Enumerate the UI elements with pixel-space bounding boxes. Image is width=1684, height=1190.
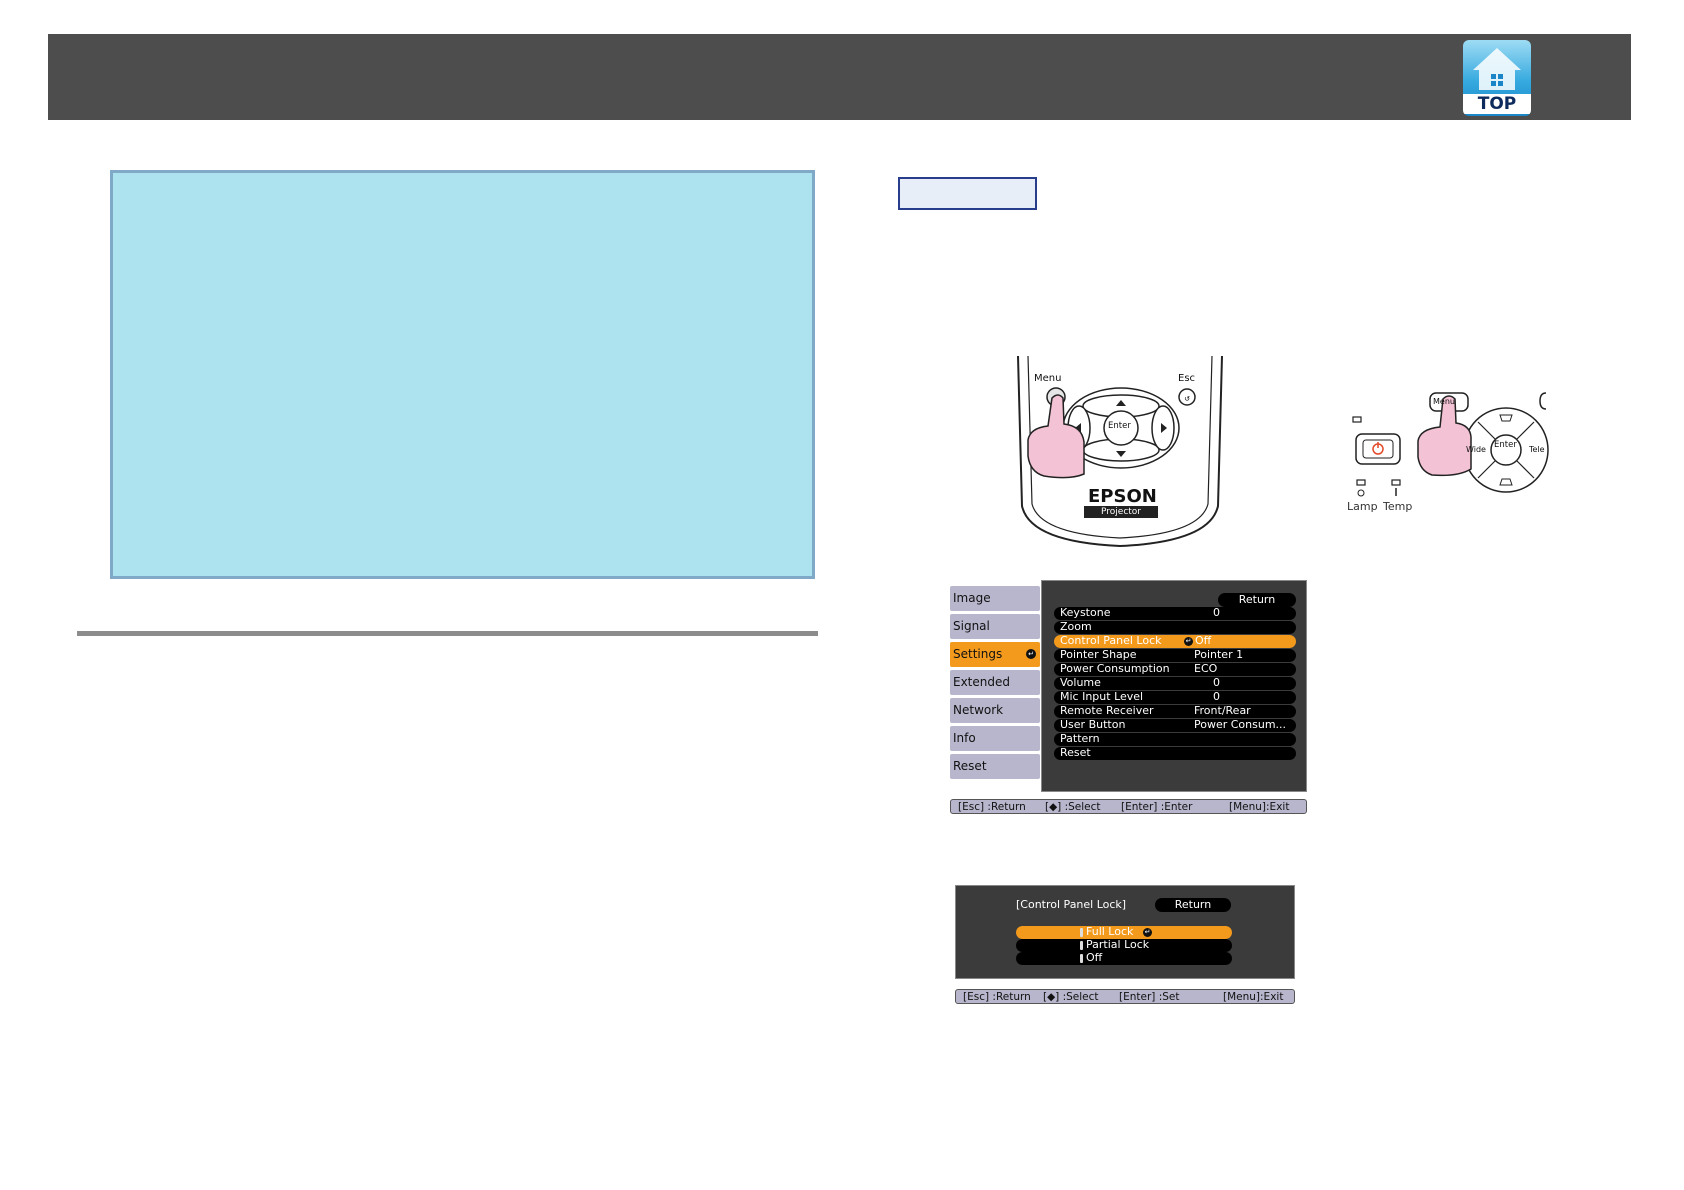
tab-label: Info bbox=[953, 731, 976, 745]
menu-row-mic-input-level[interactable]: Mic Input Level 0 bbox=[1054, 690, 1296, 704]
menu-row-control-panel-lock[interactable]: Control Panel Lock ↵ Off bbox=[1054, 634, 1296, 648]
control-panel-lock-screen: [Control Panel Lock] Return Full Lock ↵ … bbox=[955, 885, 1295, 1009]
option-off[interactable]: Off bbox=[1016, 951, 1232, 965]
tab-label: Network bbox=[953, 703, 1004, 717]
procedure-tab bbox=[898, 177, 1037, 210]
tab-label: Signal bbox=[953, 619, 990, 633]
panel-menu-label: Menu bbox=[1433, 397, 1455, 406]
option-label: Off bbox=[1086, 951, 1103, 964]
section-divider bbox=[77, 631, 818, 636]
return-button[interactable]: Return bbox=[1218, 593, 1296, 607]
top-label: TOP bbox=[1463, 94, 1531, 114]
row-label: Control Panel Lock bbox=[1060, 634, 1162, 647]
row-label: Pattern bbox=[1060, 732, 1100, 745]
help-select: [◆] :Select bbox=[1043, 991, 1099, 1003]
enter-icon: ↵ bbox=[1143, 928, 1152, 937]
return-button[interactable]: Return bbox=[1155, 898, 1231, 912]
remote-enter-label: Enter bbox=[1108, 421, 1131, 431]
row-value: 0 bbox=[1213, 676, 1220, 689]
remote-menu-label: Menu bbox=[1034, 373, 1062, 384]
remote-brand: EPSON bbox=[1088, 486, 1157, 507]
lock-dialog-title: [Control Panel Lock] bbox=[1016, 898, 1127, 911]
row-value: Off bbox=[1195, 634, 1212, 647]
help-select: [◆] :Select bbox=[1045, 801, 1101, 813]
house-icon bbox=[1473, 48, 1521, 90]
menu-help-bar: [Esc] :Return [◆] :Select [Enter] :Enter… bbox=[950, 799, 1307, 814]
enter-icon: ↵ bbox=[1026, 649, 1036, 659]
control-panel-illustration: Menu Enter Wide Tele Lamp Temp bbox=[1330, 385, 1550, 515]
remote-control-illustration: ↺ Menu Esc Enter EPSON Projector bbox=[1000, 355, 1240, 548]
note-box bbox=[110, 170, 815, 579]
help-esc: [Esc] :Return bbox=[963, 991, 1031, 1003]
row-label: User Button bbox=[1060, 718, 1126, 731]
remote-projector-label: Projector bbox=[1101, 507, 1141, 517]
tab-label: Reset bbox=[953, 759, 987, 773]
help-enter: [Enter] :Set bbox=[1119, 991, 1180, 1003]
panel-temp-label: Temp bbox=[1383, 500, 1413, 513]
tab-signal[interactable]: Signal bbox=[950, 614, 1040, 639]
menu-row-user-button[interactable]: User Button Power Consum... bbox=[1054, 718, 1296, 732]
help-menu: [Menu]:Exit bbox=[1223, 991, 1284, 1003]
tab-settings[interactable]: Settings ↵ bbox=[950, 642, 1040, 667]
menu-row-remote-receiver[interactable]: Remote Receiver Front/Rear bbox=[1054, 704, 1296, 718]
tab-image[interactable]: Image bbox=[950, 586, 1040, 611]
row-label: Power Consumption bbox=[1060, 662, 1170, 675]
menu-row-pointer-shape[interactable]: Pointer Shape Pointer 1 bbox=[1054, 648, 1296, 662]
option-partial-lock[interactable]: Partial Lock bbox=[1016, 938, 1232, 952]
remote-esc-label: Esc bbox=[1178, 373, 1196, 384]
tab-reset[interactable]: Reset bbox=[950, 754, 1040, 779]
row-label: Keystone bbox=[1060, 606, 1111, 619]
row-value: ECO bbox=[1194, 662, 1218, 675]
row-label: Remote Receiver bbox=[1060, 704, 1154, 717]
row-value: 0 bbox=[1213, 690, 1220, 703]
help-esc: [Esc] :Return bbox=[958, 801, 1026, 813]
row-label: Reset bbox=[1060, 746, 1091, 759]
menu-row-zoom[interactable]: Zoom bbox=[1054, 620, 1296, 634]
panel-lamp-label: Lamp bbox=[1347, 500, 1378, 513]
help-enter: [Enter] :Enter bbox=[1121, 801, 1193, 813]
tab-label: Image bbox=[953, 591, 991, 605]
enter-icon: ↵ bbox=[1184, 637, 1193, 646]
option-label: Partial Lock bbox=[1086, 938, 1150, 951]
row-label: Pointer Shape bbox=[1060, 648, 1137, 661]
menu-row-reset[interactable]: Reset bbox=[1054, 746, 1296, 760]
tab-label: Extended bbox=[953, 675, 1010, 689]
tab-info[interactable]: Info bbox=[950, 726, 1040, 751]
settings-menu-panel: Return Keystone 0 Zoom Control Panel Loc… bbox=[1041, 580, 1307, 792]
radio-icon bbox=[1080, 941, 1083, 950]
radio-icon bbox=[1080, 928, 1083, 937]
row-value: Pointer 1 bbox=[1194, 648, 1244, 661]
menu-row-volume[interactable]: Volume 0 bbox=[1054, 676, 1296, 690]
lock-help-bar: [Esc] :Return [◆] :Select [Enter] :Set [… bbox=[955, 989, 1295, 1004]
panel-tele-label: Tele bbox=[1529, 445, 1545, 454]
tab-extended[interactable]: Extended bbox=[950, 670, 1040, 695]
help-menu: [Menu]:Exit bbox=[1229, 801, 1290, 813]
settings-menu-screen: Image Signal Settings ↵ Extended Network… bbox=[950, 580, 1307, 818]
row-value: Power Consum... bbox=[1194, 718, 1287, 731]
svg-text:↺: ↺ bbox=[1184, 395, 1190, 403]
menu-row-keystone[interactable]: Keystone 0 bbox=[1054, 606, 1296, 620]
row-label: Zoom bbox=[1060, 620, 1092, 633]
row-label: Mic Input Level bbox=[1060, 690, 1144, 703]
option-full-lock[interactable]: Full Lock ↵ bbox=[1016, 925, 1232, 939]
top-home-icon[interactable]: TOP bbox=[1463, 40, 1531, 116]
tab-network[interactable]: Network bbox=[950, 698, 1040, 723]
menu-row-pattern[interactable]: Pattern bbox=[1054, 732, 1296, 746]
panel-enter-label: Enter bbox=[1494, 440, 1517, 450]
option-label: Full Lock bbox=[1086, 925, 1134, 938]
page-header-bar bbox=[48, 34, 1631, 120]
row-label: Volume bbox=[1060, 676, 1101, 689]
menu-row-power-consumption[interactable]: Power Consumption ECO bbox=[1054, 662, 1296, 676]
radio-icon bbox=[1080, 954, 1083, 963]
row-value: 0 bbox=[1213, 606, 1220, 619]
row-value: Front/Rear bbox=[1194, 704, 1251, 717]
panel-wide-label: Wide bbox=[1466, 445, 1486, 454]
lock-dialog-panel: [Control Panel Lock] Return Full Lock ↵ … bbox=[955, 885, 1295, 979]
tab-label: Settings bbox=[953, 647, 1003, 661]
